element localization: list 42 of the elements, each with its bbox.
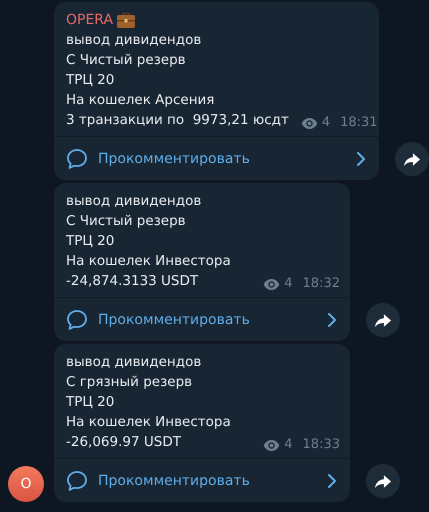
message-text: вывод дивидендов xyxy=(66,192,202,211)
message-text: -26,069.97 USDT xyxy=(66,433,181,452)
share-icon xyxy=(374,312,392,328)
message-time: 18:33 xyxy=(302,436,340,454)
eye-icon xyxy=(263,440,280,450)
eye-icon xyxy=(300,118,318,128)
view-count: 4 xyxy=(284,436,293,454)
chevron-icon xyxy=(328,474,336,488)
message-text: ТРЦ 20 xyxy=(66,71,114,90)
comment-icon xyxy=(66,470,88,492)
sender-name[interactable]: OPERA xyxy=(66,12,114,28)
message-text: ТРЦ 20 xyxy=(66,232,114,251)
share-icon xyxy=(374,474,392,488)
message-text: На кошелек Арсения xyxy=(66,91,214,110)
share-icon xyxy=(403,152,421,166)
chevron-icon xyxy=(328,312,336,326)
comment-icon xyxy=(66,308,88,330)
message-text: С Чистый резерв xyxy=(66,212,186,231)
eye-icon xyxy=(263,278,280,290)
channel-avatar[interactable]: O xyxy=(8,466,44,502)
view-count: 4 xyxy=(284,275,293,293)
share-button[interactable] xyxy=(366,464,400,498)
message-text: С грязный резерв xyxy=(66,373,192,392)
share-button[interactable] xyxy=(366,303,400,337)
share-button[interactable] xyxy=(395,142,429,176)
comment-link[interactable]: Прокомментировать xyxy=(54,458,350,502)
message-time: 18:32 xyxy=(302,275,340,293)
briefcase-icon xyxy=(116,11,136,29)
comment-icon xyxy=(66,148,88,170)
comment-link[interactable]: Прокомментировать xyxy=(54,297,350,341)
message-text: вывод дивидендов xyxy=(66,31,202,50)
message-text: -24,874.3133 USDT xyxy=(66,272,198,291)
message-text: На кошелек Инвестора xyxy=(66,252,231,271)
message-text: вывод дивидендов xyxy=(66,353,202,372)
message-text: ТРЦ 20 xyxy=(66,393,114,412)
comment-link[interactable]: Прокомментировать xyxy=(54,136,379,180)
message-text: С Чистый резерв xyxy=(66,51,186,70)
message-text: 3 транзакции по 9973,21 юсдт xyxy=(66,111,289,130)
view-count: 4 xyxy=(322,114,330,132)
chevron-icon xyxy=(357,152,365,166)
message-text: На кошелек Инвестора xyxy=(66,413,231,432)
message-time: 18:31 xyxy=(340,114,378,132)
